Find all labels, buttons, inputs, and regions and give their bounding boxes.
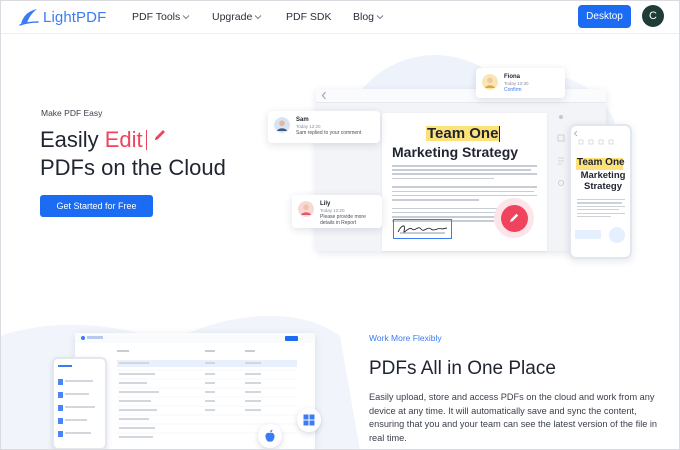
chevron-down-icon — [182, 15, 190, 20]
section-title: PDFs All in One Place — [369, 358, 556, 379]
document-title: Team One — [427, 125, 499, 142]
comment-author: Sam — [296, 117, 309, 123]
avatar — [482, 74, 498, 90]
avatar — [274, 117, 290, 133]
logo[interactable]: LightPDF — [18, 6, 106, 28]
hero-eyebrow: Make PDF Easy — [41, 108, 103, 118]
logo-text: LightPDF — [43, 8, 107, 26]
nav-blog[interactable]: Blog — [353, 0, 384, 34]
comment-message: Confirm — [504, 87, 522, 93]
section-description: Easily upload, store and access PDFs on … — [369, 392, 658, 443]
apple-icon — [265, 429, 275, 442]
edit-action-button[interactable] — [494, 198, 534, 238]
text-cursor — [145, 130, 148, 150]
mobile-file-list-mockup — [52, 357, 107, 450]
nav-pdf-sdk-label: PDF SDK — [286, 11, 332, 23]
chevron-down-icon — [254, 15, 262, 20]
windows-platform-badge — [297, 408, 321, 432]
toolbar-icons — [557, 115, 565, 186]
get-started-button[interactable]: Get Started for Free — [40, 195, 153, 217]
hero-title-line-2: PDFs on the Cloud — [40, 155, 226, 180]
avatar — [298, 201, 314, 217]
phone-document-subtitle: Marketing Strategy — [580, 170, 626, 192]
nav-upgrade[interactable]: Upgrade — [212, 0, 262, 34]
top-navigation: LightPDF PDF Tools Upgrade PDF SDK Blog … — [0, 0, 680, 34]
document-subtitle: Marketing Strategy — [392, 144, 519, 160]
comment-author: Fiona — [504, 74, 520, 80]
phone-document-body-lines — [577, 199, 625, 219]
comment-card-fiona[interactable]: Fiona Today 12:30 Confirm — [476, 68, 565, 98]
hero-title-prefix: Easily — [40, 127, 99, 152]
nav-blog-label: Blog — [353, 11, 375, 23]
user-avatar[interactable]: C — [642, 5, 664, 27]
hero-title-line-1: Easily Edit — [40, 127, 167, 153]
text-cursor — [499, 126, 500, 142]
chevron-down-icon — [376, 15, 384, 20]
comment-card-lily[interactable]: Lily Today 12:20 Please provide more det… — [292, 195, 382, 228]
pencil-icon — [155, 129, 166, 140]
apple-platform-badge — [258, 424, 282, 448]
nav-upgrade-label: Upgrade — [212, 11, 253, 23]
comment-time: Today 12:30 — [504, 81, 529, 86]
windows-icon — [303, 414, 315, 426]
comment-message: Sam replied to your comment — [296, 130, 362, 136]
comment-time: Today 12:20 — [320, 208, 345, 213]
comment-message: Please provide more details in Report — [320, 214, 366, 226]
chevron-left-icon — [321, 91, 326, 100]
hero-title-accent: Edit — [104, 127, 143, 152]
nav-pdf-sdk[interactable]: PDF SDK — [286, 0, 332, 34]
desktop-button[interactable]: Desktop — [578, 5, 631, 28]
lightpdf-logo-icon — [19, 9, 39, 26]
section-eyebrow: Work More Flexibly — [369, 333, 442, 343]
phone-document-title: Team One — [577, 157, 625, 168]
comment-time: Today 12:20 — [296, 124, 321, 129]
nav-pdf-tools-label: PDF Tools — [132, 11, 181, 23]
editor-side-toolbar — [556, 103, 566, 228]
mobile-file-list-graphic — [58, 365, 95, 437]
comment-author: Lily — [320, 201, 331, 207]
nav-pdf-tools[interactable]: PDF Tools — [132, 0, 190, 34]
comment-card-sam[interactable]: Sam Today 12:20 Sam replied to your comm… — [268, 111, 380, 143]
pencil-icon — [510, 213, 519, 222]
signature-icon — [397, 225, 448, 234]
